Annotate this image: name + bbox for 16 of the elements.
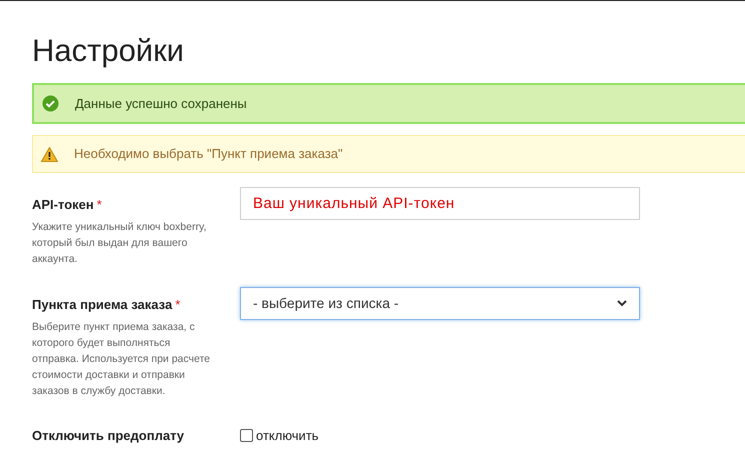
field-help: Выберите пункт приема заказа, с которого будет выполняться отправка. Используется при расчете стоимости доставки и отправки заказов в службу доставки. <box>32 320 212 398</box>
disable-prepayment-checkbox[interactable]: отключить <box>240 426 319 446</box>
warning-icon <box>41 146 58 162</box>
alert-message: Необходимо выбрать "Пункт приема заказа" <box>74 145 343 164</box>
required-mark: * <box>96 196 102 214</box>
alert-message: Данные успешно сохранены <box>75 94 247 113</box>
field-label: Пункта приема заказа <box>32 296 172 314</box>
page-title: Настройки <box>32 32 186 70</box>
api-token-field[interactable]: Ваш уникальный API-токен <box>240 187 640 220</box>
field-label: Отключить предоплату <box>32 427 184 445</box>
chevron-down-icon <box>617 300 627 307</box>
check-icon <box>42 95 59 112</box>
required-mark: * <box>175 296 180 314</box>
pickup-point-select[interactable]: - выберите из списка - <box>240 287 640 320</box>
field-help: Укажите уникальный ключ boxberry, который был выдан для вашего аккаунта. <box>32 220 208 266</box>
field-label: API-токен <box>32 196 94 214</box>
